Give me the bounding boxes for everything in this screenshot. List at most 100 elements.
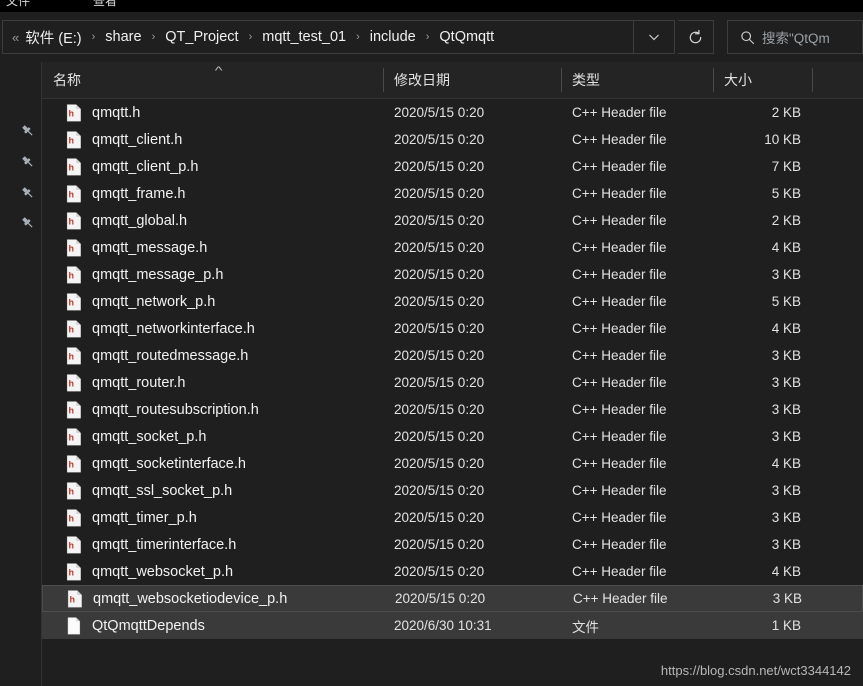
breadcrumb-overflow-icon[interactable]: «	[3, 30, 22, 45]
file-name-label: qmqtt_global.h	[92, 212, 188, 229]
file-date-cell: 2020/5/15 0:20	[394, 213, 485, 228]
file-type-cell: C++ Header file	[572, 105, 667, 120]
pin-icon[interactable]	[20, 215, 36, 231]
file-size-cell: 10 KB	[764, 132, 801, 147]
breadcrumb-item-qt-project[interactable]: QT_Project	[162, 27, 241, 47]
svg-text:h: h	[68, 513, 74, 523]
file-size-cell: 3 KB	[771, 375, 801, 390]
file-name-cell: h qmqtt.h	[42, 99, 383, 126]
ribbon-tab-view[interactable]: 查看	[93, 0, 117, 9]
file-row[interactable]: h qmqtt_timer_p.h 2020/5/15 0:20 C++ Header…	[42, 504, 863, 531]
file-row[interactable]: h qmqtt_client_p.h 2020/5/15 0:20 C++ Heade…	[42, 153, 863, 180]
column-divider[interactable]	[812, 68, 813, 92]
file-name-cell: h qmqtt_client_p.h	[42, 153, 383, 180]
file-row[interactable]: h qmqtt_routedmessage.h 2020/5/15 0:20 C++ …	[42, 342, 863, 369]
breadcrumb-separator-icon[interactable]: ›	[349, 31, 367, 43]
file-row[interactable]: h qmqtt_socketinterface.h 2020/5/15 0:20 C+…	[42, 450, 863, 477]
breadcrumb-separator-icon[interactable]: ›	[145, 31, 163, 43]
file-row[interactable]: h qmqtt_ssl_socket_p.h 2020/5/15 0:20 C++ H…	[42, 477, 863, 504]
file-size-cell: 3 KB	[771, 348, 801, 363]
file-row[interactable]: h qmqtt_global.h 2020/5/15 0:20 C++ Header …	[42, 207, 863, 234]
file-row[interactable]: h qmqtt_router.h 2020/5/15 0:20 C++ Header …	[42, 369, 863, 396]
file-row[interactable]: h qmqtt_timerinterface.h 2020/5/15 0:20 C++…	[42, 531, 863, 558]
file-name-cell: h qmqtt_routedmessage.h	[42, 342, 383, 369]
file-row[interactable]: h qmqtt_message_p.h 2020/5/15 0:20 C++ Head…	[42, 261, 863, 288]
file-type-cell: C++ Header file	[572, 456, 667, 471]
file-name-cell: h qmqtt_websocket_p.h	[42, 558, 383, 585]
column-header-size-label: 大小	[724, 72, 752, 88]
h-header-file-icon: h	[66, 481, 82, 500]
column-header-name[interactable]: 名称	[42, 62, 383, 98]
file-row[interactable]: h qmqtt_socket_p.h 2020/5/15 0:20 C++ Heade…	[42, 423, 863, 450]
svg-text:h: h	[68, 351, 74, 361]
file-name-label: qmqtt_networkinterface.h	[92, 320, 255, 337]
breadcrumb-item-drive[interactable]: 软件 (E:)	[22, 25, 84, 50]
breadcrumb-separator-icon[interactable]: ›	[85, 31, 103, 43]
file-name-cell: h qmqtt_router.h	[42, 369, 383, 396]
column-header-date-label: 修改日期	[394, 72, 450, 88]
file-row[interactable]: h qmqtt.h 2020/5/15 0:20 C++ Header file 2 K…	[42, 99, 863, 126]
file-date-cell: 2020/6/30 10:31	[394, 618, 492, 633]
svg-text:h: h	[68, 459, 74, 469]
pin-icon[interactable]	[20, 123, 36, 139]
breadcrumb-item-share[interactable]: share	[102, 27, 144, 47]
file-name-label: qmqtt.h	[92, 104, 141, 121]
file-name-label: qmqtt_client_p.h	[92, 158, 199, 175]
breadcrumb-item-mqtt-test-01[interactable]: mqtt_test_01	[259, 27, 349, 47]
file-name-label: qmqtt_message.h	[92, 239, 208, 256]
file-list[interactable]: h qmqtt.h 2020/5/15 0:20 C++ Header file 2 K…	[42, 99, 863, 686]
file-type-cell: C++ Header file	[572, 402, 667, 417]
h-header-file-icon: h	[66, 400, 82, 419]
file-row[interactable]: h qmqtt_websocketiodevice_p.h 2020/5/15 0:…	[42, 585, 863, 612]
file-row[interactable]: QtQmqttDepends 2020/6/30 10:31 文件 1 KB	[42, 612, 863, 639]
file-size-cell: 4 KB	[771, 240, 801, 255]
file-row[interactable]: h qmqtt_client.h 2020/5/15 0:20 C++ Header …	[42, 126, 863, 153]
breadcrumb-separator-icon[interactable]: ›	[419, 31, 437, 43]
ribbon-tab-file[interactable]: 文件	[6, 0, 30, 9]
file-type-cell: C++ Header file	[573, 591, 668, 606]
file-name-label: qmqtt_routesubscription.h	[92, 401, 259, 418]
column-header-date[interactable]: 修改日期	[383, 62, 561, 98]
column-header-type[interactable]: 类型	[561, 62, 713, 98]
column-header-size[interactable]: 大小	[713, 62, 812, 98]
file-row[interactable]: h qmqtt_frame.h 2020/5/15 0:20 C++ Header f…	[42, 180, 863, 207]
pin-icon[interactable]	[20, 154, 36, 170]
breadcrumb-item-include[interactable]: include	[367, 27, 419, 47]
h-header-file-icon: h	[66, 211, 82, 230]
svg-text:h: h	[68, 486, 74, 496]
file-date-cell: 2020/5/15 0:20	[394, 564, 485, 579]
file-row[interactable]: h qmqtt_network_p.h 2020/5/15 0:20 C++ Head…	[42, 288, 863, 315]
h-header-file-icon: h	[66, 184, 82, 203]
file-size-cell: 5 KB	[771, 294, 801, 309]
breadcrumb-path-box[interactable]: « 软件 (E:) › share › QT_Project › mqtt_te…	[2, 20, 675, 54]
search-input[interactable]: 搜索"QtQm	[762, 27, 830, 47]
file-row[interactable]: h qmqtt_routesubscription.h 2020/5/15 0:20…	[42, 396, 863, 423]
file-type-cell: C++ Header file	[572, 564, 667, 579]
file-name-cell: h qmqtt_frame.h	[42, 180, 383, 207]
h-header-file-icon: h	[67, 589, 83, 608]
file-type-cell: C++ Header file	[572, 483, 667, 498]
refresh-icon[interactable]	[678, 20, 714, 54]
file-row[interactable]: h qmqtt_websocket_p.h 2020/5/15 0:20 C++ He…	[42, 558, 863, 585]
chevron-down-icon[interactable]	[633, 21, 674, 53]
svg-text:h: h	[68, 432, 74, 442]
breadcrumb-item-qtqmqtt[interactable]: QtQmqtt	[436, 27, 497, 47]
file-row[interactable]: h qmqtt_message.h 2020/5/15 0:20 C++ Header…	[42, 234, 863, 261]
pin-icon[interactable]	[20, 185, 36, 201]
file-date-cell: 2020/5/15 0:20	[394, 240, 485, 255]
file-date-cell: 2020/5/15 0:20	[394, 537, 485, 552]
h-header-file-icon: h	[66, 454, 82, 473]
file-size-cell: 4 KB	[771, 321, 801, 336]
svg-text:h: h	[68, 540, 74, 550]
file-row[interactable]: h qmqtt_networkinterface.h 2020/5/15 0:20 C…	[42, 315, 863, 342]
h-header-file-icon: h	[66, 292, 82, 311]
file-name-label: qmqtt_ssl_socket_p.h	[92, 482, 233, 499]
file-name-label: qmqtt_websocket_p.h	[92, 563, 234, 580]
search-box[interactable]: 搜索"QtQm	[727, 20, 863, 54]
svg-text:h: h	[68, 108, 74, 118]
file-type-cell: C++ Header file	[572, 186, 667, 201]
file-name-cell: QtQmqttDepends	[42, 612, 383, 639]
file-date-cell: 2020/5/15 0:20	[394, 159, 485, 174]
breadcrumb-separator-icon[interactable]: ›	[242, 31, 260, 43]
file-name-cell: h qmqtt_global.h	[42, 207, 383, 234]
